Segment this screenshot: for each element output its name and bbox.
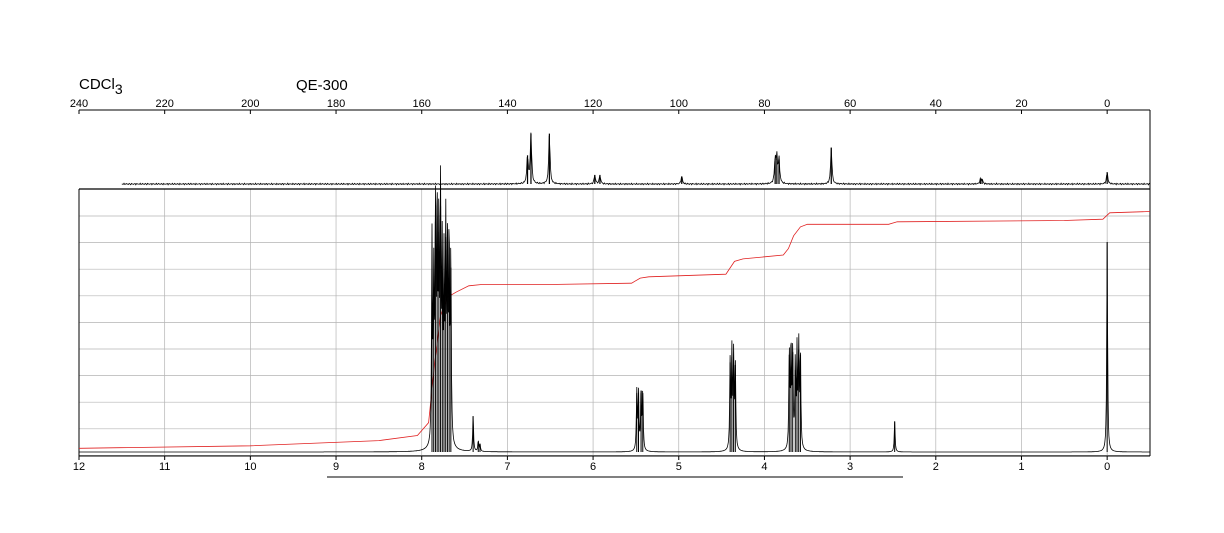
h1-tick-label: 2 [933,461,939,473]
solvent-label: CDCl3 [79,76,123,97]
h1-tick-label: 10 [244,461,256,473]
c13-tick-label: 180 [327,98,345,110]
c13-spectrum-trace [121,132,1151,186]
c13-tick-label: 100 [670,98,688,110]
c13-tick-label: 0 [1104,98,1110,110]
h1-spectrum-panel: 12 11 10 9 8 7 6 5 4 3 2 1 0 [73,165,1151,473]
c13-tick-label: 120 [584,98,602,110]
c13-tick-label: 60 [844,98,856,110]
c13-tick-label: 220 [156,98,174,110]
c13-tick-label: 20 [1015,98,1027,110]
h1-spectrum-trace [79,165,1150,453]
h1-tick-label: 7 [504,461,510,473]
h1-tick-label: 11 [159,461,170,473]
h1-tick-label: 5 [676,461,682,473]
c13-tick-label: 160 [413,98,431,110]
h1-tick-label: 3 [847,461,853,473]
h1-tick-label: 12 [73,461,85,473]
h1-tick-label: 1 [1018,461,1024,473]
c13-tick-label: 80 [758,98,770,110]
solvent-subscript: 3 [114,81,123,97]
c13-tick-label: 200 [241,98,259,110]
h1-tick-label: 8 [419,461,425,473]
c13-tick-label: 140 [498,98,516,110]
solvent-prefix: CDCl [79,76,115,93]
nmr-spectrum-figure: CDCl3 QE-300 240 220 200 180 160 140 120 100 80 6… [0,0,1224,528]
h1-integral-curve [78,211,1151,449]
c13-tick-label: 240 [70,98,88,110]
h1-tick-label: 9 [333,461,339,473]
h1-tick-label: 6 [590,461,596,473]
c13-tick-label: 40 [930,98,942,110]
h1-tick-label: 4 [761,461,767,473]
spectrum-chart: 240 220 200 180 160 140 120 100 80 60 40 20 0 12 11 10… [70,98,1151,478]
instrument-label: QE-300 [296,77,348,94]
h1-tick-label: 0 [1104,461,1110,473]
c13-spectrum-panel: 240 220 200 180 160 140 120 100 80 60 40 20 0 [70,98,1151,189]
